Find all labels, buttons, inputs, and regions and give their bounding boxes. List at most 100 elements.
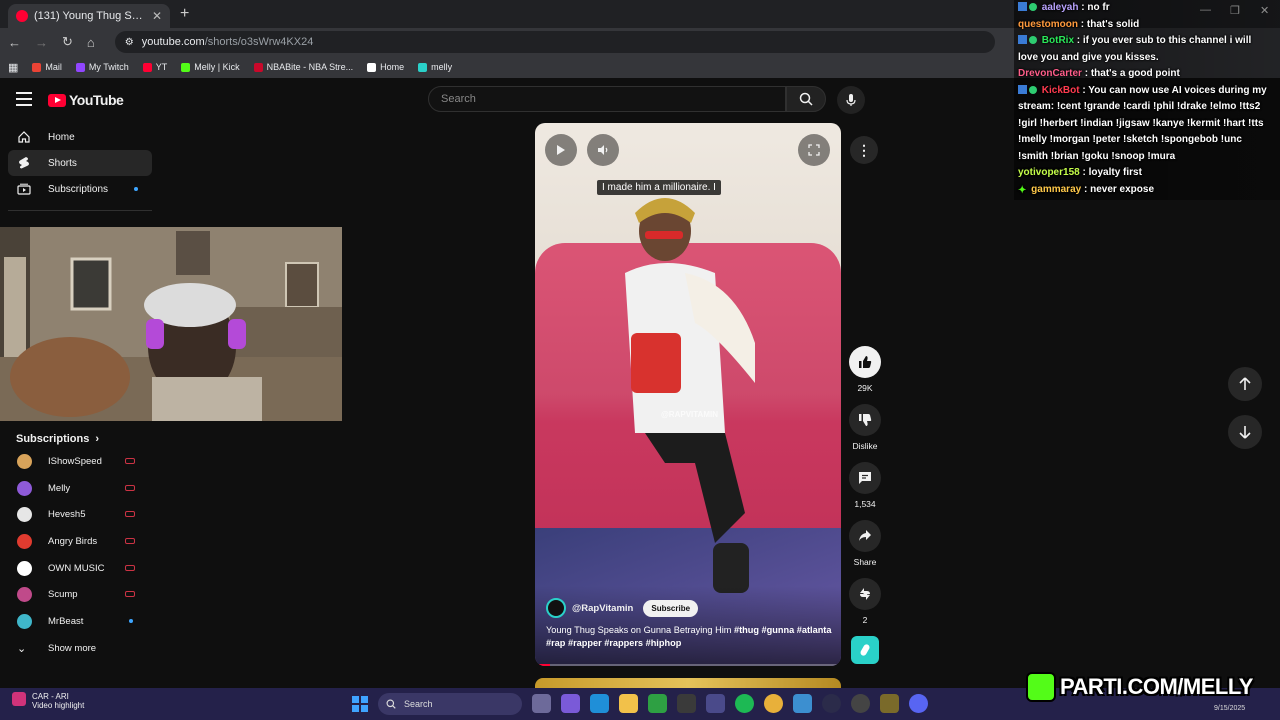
media-player-icon[interactable] [822,694,841,713]
subscribe-button[interactable]: Subscribe [643,599,699,617]
sidebar-item-home[interactable]: Home [8,124,152,150]
star-badge-icon: ✦ [1018,184,1027,196]
xbox-icon[interactable] [648,694,667,713]
live-icon [125,458,135,464]
share-button[interactable] [849,520,881,552]
comment-icon [859,472,871,484]
bookmark-home[interactable]: Home [367,62,404,72]
twitch-icon [75,62,85,72]
previous-short-button[interactable] [1228,367,1262,401]
channel-name[interactable]: @RapVitamin [572,603,633,614]
video-title: Young Thug Speaks on Gunna Betraying Him [546,625,732,635]
verified-badge-icon [1018,2,1027,11]
chevron-down-icon: ⌄ [17,642,27,655]
spotify-icon[interactable] [735,694,754,713]
youtube-logo[interactable]: YouTube [48,92,124,108]
mute-button[interactable] [587,134,619,166]
dislike-button[interactable] [849,404,881,436]
new-tab-icon[interactable]: + [180,5,189,23]
avatar [17,453,32,469]
bookmark-melly[interactable]: melly [418,62,452,72]
apps-grid-icon[interactable]: ▦ [8,61,18,74]
reload-icon[interactable]: ↻ [62,34,73,50]
video-caption: I made him a millionaire. I [597,180,721,195]
app-icon[interactable] [851,694,870,713]
stream-chat-overlay: aaleyah : no fr questomoon : that's soli… [1014,0,1276,199]
short-video-player[interactable]: I made him a millionaire. I @RAPVITAMIN … [535,123,841,666]
more-vertical-icon: ⋮ [857,141,871,158]
more-options-button[interactable]: ⋮ [850,136,878,164]
search-input[interactable]: Search [428,86,786,112]
file-explorer-icon[interactable] [619,694,638,713]
obs-icon[interactable] [677,694,696,713]
live-icon [125,591,135,598]
like-button[interactable] [849,346,881,378]
edge-icon[interactable] [590,694,609,713]
bookmark-yt[interactable]: YT [142,62,167,72]
subscription-ishowspeed[interactable]: IShowSpeed [0,448,160,475]
site-info-icon[interactable]: ⚙ [125,37,134,48]
copilot-icon[interactable] [561,694,580,713]
sidebar-item-subscriptions[interactable]: Subscriptions [8,176,152,202]
store-icon[interactable] [706,694,725,713]
fullscreen-button[interactable] [798,134,830,166]
voice-search-button[interactable] [837,86,865,114]
subscription-angry-birds[interactable]: Angry Birds [0,528,160,555]
sidebar: Home Shorts Subscriptions [0,124,160,219]
sidebar-item-shorts[interactable]: Shorts [8,150,152,176]
taskbar-media-widget[interactable]: CAR - ARI Video highlight [12,692,84,710]
stream-brand-overlay: PARTI.COM/MELLY [1026,672,1253,702]
hamburger-menu-icon[interactable] [16,92,32,106]
mic-icon [846,94,856,106]
live-icon [125,511,135,518]
parti-logo-icon [1026,672,1056,702]
media-subtitle: Video highlight [32,701,85,710]
discord-icon[interactable] [909,694,928,713]
next-short-button[interactable] [1228,415,1262,449]
bookmark-melly-kick[interactable]: Melly | Kick [181,62,240,72]
video-description[interactable]: Young Thug Speaks on Gunna Betraying Him… [546,624,836,650]
windows-start-icon[interactable] [352,696,368,712]
forward-icon[interactable]: → [35,35,48,50]
bookmark-nbabite[interactable]: NBABite - NBA Stre... [253,62,353,72]
video-watermark: @RAPVITAMIN [661,410,718,419]
chat-message: DrevonCarter : that's a good point [1018,68,1180,79]
play-button[interactable] [545,134,577,166]
app-icon[interactable] [880,694,899,713]
url-field[interactable]: ⚙ youtube.com/shorts/o3sWrw4KX24 [114,31,995,53]
subscription-melly[interactable]: Melly [0,475,160,502]
show-more-button[interactable]: ⌄ Show more [0,635,160,662]
taskbar-search[interactable]: Search [378,693,522,715]
sound-thumbnail[interactable] [851,636,879,664]
video-scene-person [625,198,755,593]
subscription-scump[interactable]: Scump [0,581,160,608]
youtube-icon [142,62,152,72]
share-label: Share [853,557,877,567]
subscription-own-music[interactable]: OWN MUSIC [0,555,160,582]
remix-button[interactable] [849,578,881,610]
close-tab-icon[interactable]: ✕ [152,9,162,23]
chevron-right-icon: › [95,433,100,445]
search-button[interactable] [786,86,826,112]
shorts-icon [16,156,32,170]
screen: (131) Young Thug Speaks on G ✕ + ← → ↻ ⌂… [0,0,1280,720]
url-host: youtube.com [141,36,205,48]
video-progress-bar[interactable] [535,664,841,666]
subscription-mrbeast[interactable]: MrBeast [0,608,160,635]
comments-button[interactable] [849,462,881,494]
bookmark-mail[interactable]: Mail [32,62,62,72]
task-view-icon[interactable] [532,694,551,713]
back-icon[interactable]: ← [8,35,21,50]
photos-icon[interactable] [793,694,812,713]
avatar [17,533,32,549]
chrome-icon[interactable] [764,694,783,713]
subscriptions-heading[interactable]: Subscriptions › [0,430,160,448]
bookmark-my-twitch[interactable]: My Twitch [75,62,129,72]
fullscreen-icon [808,144,820,156]
chat-message: questomoon : that's solid [1018,18,1140,30]
webcam-scene [0,227,342,421]
home-icon[interactable]: ⌂ [87,35,95,50]
browser-tab[interactable]: (131) Young Thug Speaks on G ✕ [8,4,170,28]
channel-avatar[interactable] [546,598,566,618]
subscription-hevesh5[interactable]: Hevesh5 [0,501,160,528]
